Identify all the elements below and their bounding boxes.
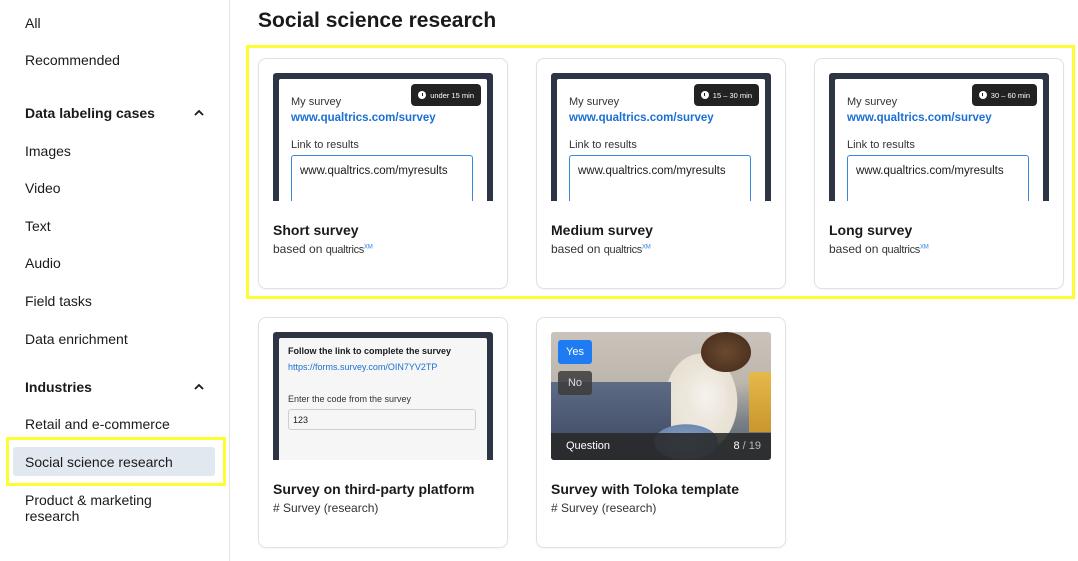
chevron-up-icon[interactable] [193,381,205,393]
page-title: Social science research [258,9,497,32]
yes-button: Yes [558,340,592,364]
duration-text: 30 – 60 min [990,90,1030,100]
clock-icon [418,91,427,99]
card-tag: # Survey (research) [273,501,379,515]
preview-code-input: 123 [288,409,476,430]
qualtrics-logo: qualtricsXM [881,244,929,256]
question-counter: 8 / 19 [733,440,761,452]
card-subtitle: based on qualtricsXM [273,242,373,256]
based-on-text: based on [829,242,879,256]
preview-title: Follow the link to complete the survey [288,346,452,356]
third-party-preview: Follow the link to complete the survey h… [273,332,493,460]
chevron-up-icon[interactable] [193,107,205,119]
sidebar-item-data-enrichment[interactable]: Data enrichment [25,331,128,347]
duration-text: under 15 min [430,90,474,100]
section-industries[interactable]: Industries [25,379,205,395]
card-toloka-template-survey[interactable]: Yes No Question 8 / 19 Survey with Tolok… [536,317,786,548]
preview-results-label: Link to results [569,139,637,151]
preview-survey-link: www.qualtrics.com/survey [569,112,714,124]
sidebar-item-retail[interactable]: Retail and e-commerce [25,416,170,432]
card-third-party-survey[interactable]: Follow the link to complete the survey h… [258,317,508,548]
duration-badge: 30 – 60 min [971,84,1037,106]
section-industries-label: Industries [25,379,92,395]
duration-badge: under 15 min [411,84,481,106]
highlight-box-sidebar [6,437,226,486]
based-on-text: based on [551,242,601,256]
card-medium-survey[interactable]: 15 – 30 min My survey www.qualtrics.com/… [536,58,786,289]
duration-text: 15 – 30 min [712,90,752,100]
preview-results-label: Link to results [847,139,915,151]
card-subtitle: based on qualtricsXM [551,242,651,256]
preview-survey-link: www.qualtrics.com/survey [847,112,992,124]
card-title: Medium survey [551,222,653,238]
preview-results-input: www.qualtrics.com/myresults [847,155,1029,201]
sidebar-item-recommended[interactable]: Recommended [25,52,120,68]
section-data-labeling[interactable]: Data labeling cases [25,105,205,121]
survey-preview: under 15 min My survey www.qualtrics.com… [273,73,493,201]
sidebar-item-product-marketing[interactable]: Product & marketing research [25,492,152,524]
clock-icon [978,91,987,99]
duration-badge: 15 – 30 min [693,84,759,106]
preview-survey-label: My survey [847,96,898,108]
qualtrics-logo: qualtricsXM [603,244,651,256]
preview-link: https://forms.survey.com/OIN7YV2TP [288,362,438,372]
preview-survey-label: My survey [291,96,342,108]
preview-survey-link: www.qualtrics.com/survey [291,112,436,124]
qualtrics-logo: qualtricsXM [325,244,373,256]
toloka-preview-image: Yes No Question 8 / 19 [551,332,771,460]
preview-survey-label: My survey [569,96,620,108]
preview-code-value: 123 [293,415,309,425]
preview-code-label: Enter the code from the survey [288,394,412,404]
sidebar-item-product-line1: Product & marketing [25,492,152,508]
card-short-survey[interactable]: under 15 min My survey www.qualtrics.com… [258,58,508,289]
preview-results-label: Link to results [291,139,359,151]
card-title: Survey on third-party platform [273,481,475,497]
preview-results-input: www.qualtrics.com/myresults [291,155,473,201]
sidebar-item-all[interactable]: All [25,15,41,31]
card-long-survey[interactable]: 30 – 60 min My survey www.qualtrics.com/… [814,58,1064,289]
sidebar-item-text[interactable]: Text [25,218,51,234]
sidebar-item-video[interactable]: Video [25,180,61,196]
preview-results-input: www.qualtrics.com/myresults [569,155,751,201]
card-subtitle: based on qualtricsXM [829,242,929,256]
sidebar-item-images[interactable]: Images [25,143,71,159]
preview-results-value: www.qualtrics.com/myresults [300,165,448,177]
card-title: Short survey [273,222,359,238]
question-bar: Question 8 / 19 [551,433,771,460]
based-on-text: based on [273,242,323,256]
section-data-labeling-label: Data labeling cases [25,105,155,121]
card-tag: # Survey (research) [551,501,657,515]
clock-icon [700,91,709,99]
survey-preview: 30 – 60 min My survey www.qualtrics.com/… [829,73,1049,201]
question-label: Question [566,440,611,452]
no-button: No [558,371,592,395]
card-title: Survey with Toloka template [551,481,740,497]
survey-preview: 15 – 30 min My survey www.qualtrics.com/… [551,73,771,201]
sidebar-item-audio[interactable]: Audio [25,255,61,271]
preview-results-value: www.qualtrics.com/myresults [856,165,1004,177]
sidebar-item-product-line2: research [25,508,80,524]
preview-results-value: www.qualtrics.com/myresults [578,165,726,177]
sidebar-item-field-tasks[interactable]: Field tasks [25,293,92,309]
card-title: Long survey [829,222,913,238]
